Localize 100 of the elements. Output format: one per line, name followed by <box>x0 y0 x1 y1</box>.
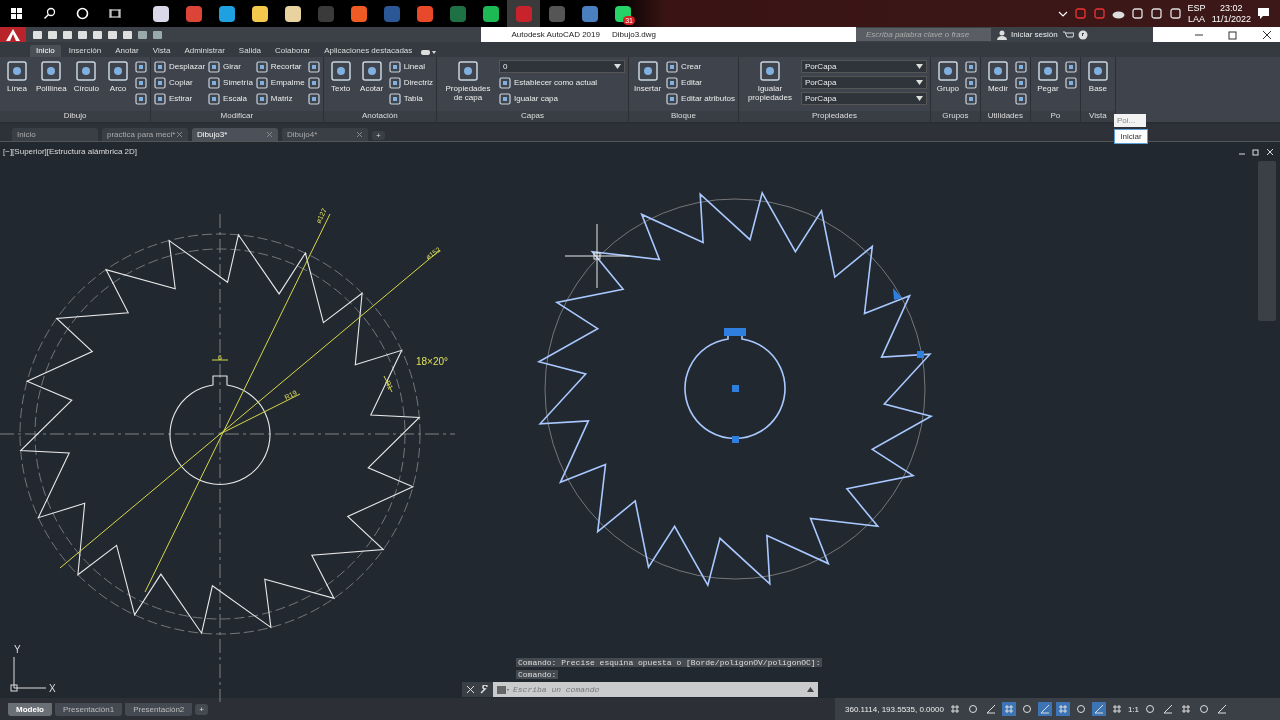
status-toggle[interactable] <box>1001 702 1016 716</box>
ribbon-button[interactable]: Igualar propiedades <box>741 59 798 103</box>
panel-title[interactable]: Bloque <box>629 111 738 122</box>
toolbar-icon[interactable] <box>32 29 43 40</box>
ribbon-button[interactable]: Editar <box>666 76 735 89</box>
ribbon-button[interactable]: Establecer como actual <box>499 76 625 89</box>
ribbon-tab[interactable]: Anotar <box>109 45 145 57</box>
tool-button[interactable] <box>1014 76 1027 89</box>
ribbon-button[interactable]: Empalme <box>255 76 305 89</box>
ribbon-button[interactable]: Girar <box>208 60 253 73</box>
app-icon[interactable] <box>481 4 500 23</box>
panel-title[interactable]: Po <box>1030 111 1080 122</box>
ribbon-button[interactable]: Igualar capa <box>499 92 625 105</box>
panel-title[interactable]: Utilidades <box>980 111 1030 122</box>
toolbar-icon[interactable] <box>47 29 58 40</box>
ribbon-button[interactable]: Grupo <box>933 59 962 94</box>
tool-button[interactable] <box>307 60 320 73</box>
ribbon-button[interactable]: Simetría <box>208 76 253 89</box>
tool-button[interactable] <box>307 76 320 89</box>
tool-button[interactable] <box>964 92 977 105</box>
property-dropdown[interactable]: PorCapa <box>800 60 927 73</box>
clock-time[interactable]: 23:02 <box>1220 2 1243 14</box>
document-tab[interactable]: Dibujo3* <box>192 128 278 141</box>
caret-icon[interactable] <box>915 96 923 101</box>
toolbar-icon[interactable] <box>92 29 103 40</box>
toolbar-icon[interactable] <box>122 29 133 40</box>
ribbon-button[interactable]: Línea <box>3 59 31 94</box>
ribbon-tab[interactable]: Vista <box>146 45 177 57</box>
status-toggle[interactable] <box>1091 702 1106 716</box>
tool-button[interactable] <box>1014 92 1027 105</box>
ribbon-button[interactable]: Matriz <box>255 92 305 105</box>
ribbon-button[interactable]: Lineal <box>388 60 433 73</box>
toolbar-icon[interactable] <box>77 29 88 40</box>
keyboard-layout-label[interactable]: LAA <box>1188 13 1206 25</box>
ribbon-button[interactable]: Copiar <box>154 76 206 89</box>
app-icon[interactable] <box>613 4 632 23</box>
tool-button[interactable] <box>135 92 148 105</box>
language-label[interactable]: ESP <box>1187 2 1206 14</box>
ribbon-button[interactable]: Recortar <box>255 60 305 73</box>
document-tab[interactable]: Inicio <box>12 128 98 141</box>
tool-button[interactable] <box>1064 60 1077 73</box>
property-dropdown[interactable]: PorCapa <box>800 92 927 105</box>
ribbon-button[interactable]: Desplazar <box>154 60 206 73</box>
ribbon-button[interactable]: Pegar <box>1033 59 1062 94</box>
command-field[interactable]: Escriba un comando <box>493 682 818 697</box>
toolbar-icon[interactable] <box>107 29 118 40</box>
toolbar-icon[interactable] <box>152 29 163 40</box>
viewport-controls-label[interactable]: [−][Superior][Estructura alámbrica 2D] <box>3 147 138 156</box>
notification-icon[interactable] <box>1257 7 1270 20</box>
ribbon-button[interactable]: Círculo <box>71 59 102 94</box>
app-icon[interactable] <box>349 4 368 23</box>
ribbon-button[interactable]: Crear <box>666 60 735 73</box>
search-icon[interactable] <box>43 7 56 20</box>
wrench-icon[interactable] <box>479 684 489 695</box>
caret-icon[interactable] <box>915 64 923 69</box>
panel-title[interactable]: Modificar <box>151 111 323 122</box>
app-icon[interactable] <box>151 4 170 23</box>
status-toggle[interactable] <box>1055 702 1070 716</box>
toolbar-icon[interactable] <box>137 29 148 40</box>
caret-icon[interactable] <box>807 687 814 692</box>
ribbon-button[interactable]: Polilínea <box>34 59 69 94</box>
help-icon[interactable] <box>1077 29 1088 40</box>
layout-tab[interactable]: Presentación1 <box>55 702 123 716</box>
tool-button[interactable] <box>135 76 148 89</box>
ribbon-button[interactable]: Tabla <box>388 92 433 105</box>
ribbon-button[interactable]: Texto <box>326 59 355 94</box>
restore-icon[interactable] <box>1228 29 1238 40</box>
property-dropdown[interactable]: PorCapa <box>800 76 927 89</box>
video-icon[interactable] <box>420 48 437 57</box>
tool-button[interactable] <box>964 76 977 89</box>
ribbon-tab[interactable]: Salida <box>232 45 268 57</box>
panel-title[interactable]: Propiedades <box>738 111 930 122</box>
circle-icon[interactable] <box>76 7 89 20</box>
panel-title[interactable]: Capas <box>437 111 628 122</box>
ribbon-button[interactable]: Base <box>1083 59 1112 94</box>
ribbon-button[interactable]: Arco <box>104 59 133 94</box>
status-toggle[interactable] <box>1037 702 1052 716</box>
cart-icon[interactable] <box>1061 29 1074 40</box>
ribbon-tab[interactable]: Colaborar <box>269 45 317 57</box>
ribbon-button[interactable]: Acotar <box>357 59 386 94</box>
app-icon[interactable] <box>217 4 236 23</box>
ribbon-tab[interactable]: Aplicaciones destacadas <box>318 45 419 57</box>
layout-tab[interactable]: Presentación2 <box>125 702 193 716</box>
app-icon[interactable] <box>283 4 302 23</box>
ribbon-button[interactable]: Escala <box>208 92 253 105</box>
ribbon-button[interactable]: Propiedades de capa <box>440 59 496 103</box>
ribbon-button[interactable]: Medir <box>983 59 1012 94</box>
tool-button[interactable] <box>1014 60 1027 73</box>
tool-button[interactable] <box>307 92 320 105</box>
ribbon-tab[interactable]: Inserción <box>62 45 108 57</box>
ribbon-button[interactable]: Editar atributos <box>666 92 735 105</box>
ribbon-button[interactable]: Estirar <box>154 92 206 105</box>
panel-title[interactable]: Dibujo <box>0 111 151 122</box>
sign-in-link[interactable]: Iniciar sesión <box>1011 30 1058 39</box>
task-view-icon[interactable] <box>109 7 122 20</box>
document-tab[interactable]: practica para meci* <box>102 128 188 141</box>
app-icon[interactable] <box>250 4 269 23</box>
clock-date[interactable]: 11/1/2022 <box>1211 13 1251 25</box>
new-tab-button[interactable]: + <box>372 131 385 140</box>
windows-logo-icon[interactable] <box>10 7 23 20</box>
